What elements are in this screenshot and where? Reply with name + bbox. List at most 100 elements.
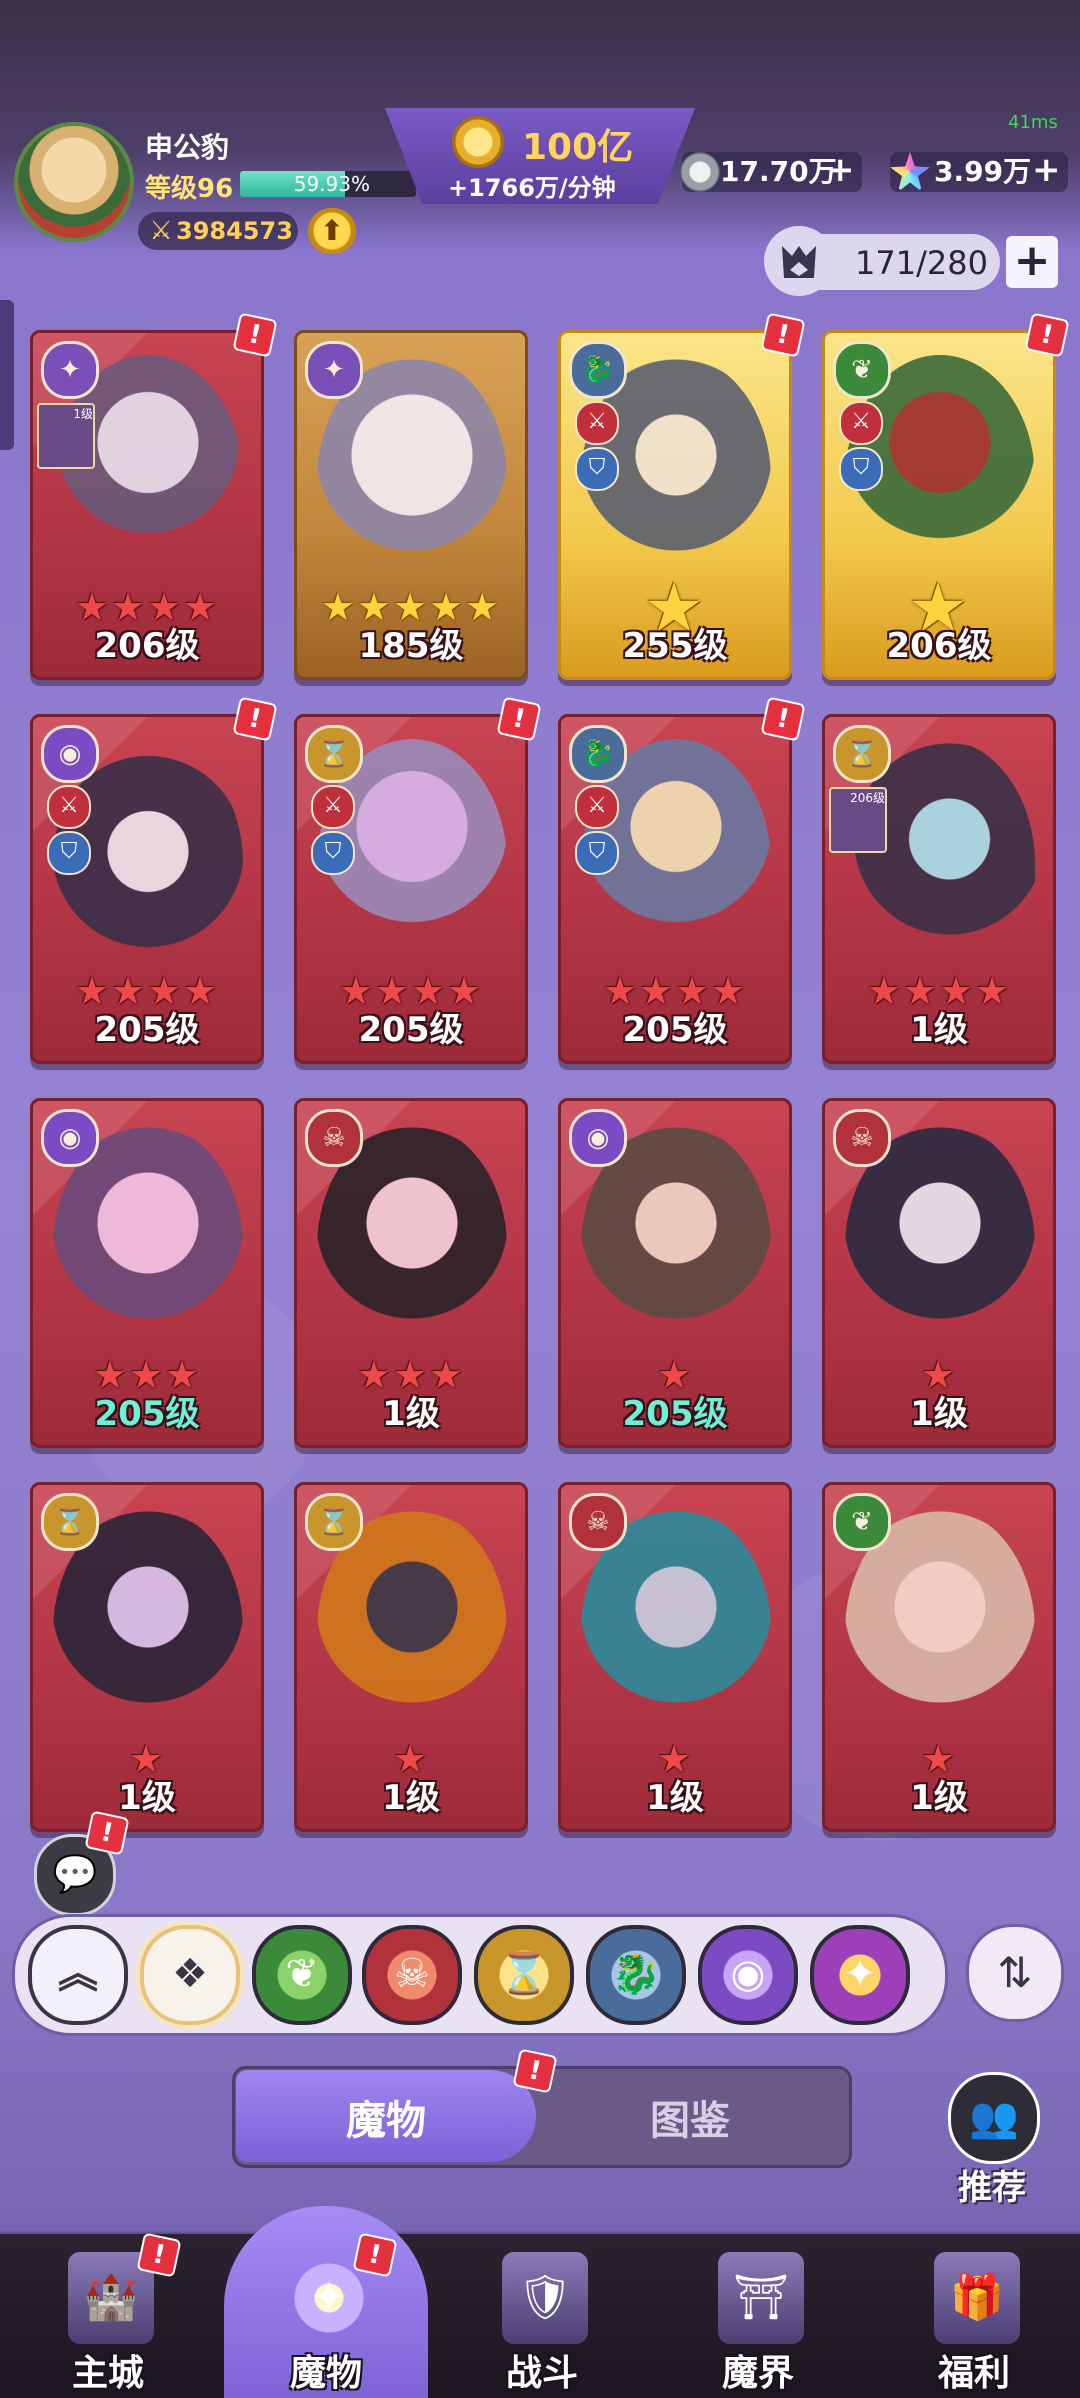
side-drawer-tab[interactable]: [0, 300, 14, 450]
collapse-filter-button[interactable]: ︽: [28, 1925, 128, 2025]
monster-alert-badge: !: [760, 696, 806, 742]
faction-icon: ⌛: [41, 1493, 99, 1551]
monster-card[interactable]: ◉ ★★★ 205级: [30, 1098, 264, 1448]
faction-glyph: ❦: [851, 1507, 873, 1537]
nav-monsters[interactable]: ✦ 魔物: [226, 2234, 426, 2398]
faction-glyph: 🐉: [581, 739, 615, 769]
monster-alert-badge: !: [232, 312, 278, 358]
resource-silver-plus-button[interactable]: +: [826, 150, 855, 190]
filter-demon[interactable]: ☠: [362, 1925, 462, 2025]
monster-level: 1级: [382, 1778, 440, 1818]
faction-glyph: ❦: [851, 355, 873, 385]
monster-card[interactable]: ☠ ★ 1级: [558, 1482, 792, 1832]
filter-all[interactable]: ❖: [140, 1925, 240, 2025]
linked-monster-badge: 1级: [37, 403, 95, 469]
monster-card[interactable]: ⌛ 206级 ★★★★ 1级: [822, 714, 1056, 1064]
monster-alert-badge: !: [1024, 312, 1070, 358]
nav-welfare[interactable]: 🎁 福利: [874, 2234, 1074, 2398]
arrow-up-icon: ⬆: [320, 214, 344, 247]
filter-hourglass[interactable]: ⌛: [474, 1925, 574, 2025]
defense-role-icon: ⛉: [575, 447, 619, 491]
all-factions-icon: ❖: [172, 1951, 208, 1997]
faction-glyph: ✦: [59, 355, 81, 385]
monster-card[interactable]: ☠ ★★★ 1级: [294, 1098, 528, 1448]
attack-role-icon: ⚔: [575, 401, 619, 445]
capacity-plus-button[interactable]: +: [1006, 236, 1058, 288]
eye-icon: ◉: [730, 1951, 766, 1997]
attack-role-icon: ⚔: [311, 785, 355, 829]
nav-monsters-alert-badge: !: [352, 2232, 398, 2278]
monster-card[interactable]: ◉ ⚔ ⛉ ★★★★ 205级: [30, 714, 264, 1064]
faction-glyph: ◉: [58, 1123, 82, 1153]
silver-coin-icon: [680, 152, 720, 192]
monster-level: 1级: [646, 1778, 704, 1818]
faction-icon: ◉: [41, 1109, 99, 1167]
sword-icon: ⚔: [149, 216, 173, 246]
tab-monsters-alert-badge: !: [512, 2048, 558, 2094]
filter-dragon[interactable]: 🐉: [586, 1925, 686, 2025]
faction-icon: ☠: [305, 1109, 363, 1167]
gold-rate: +1766万/分钟: [448, 174, 616, 202]
monster-card[interactable]: 🐉 ⚔ ⛉ ★★★★ 205级: [558, 714, 792, 1064]
monster-level: 1级: [382, 1394, 440, 1434]
gold-amount: 100亿: [522, 127, 634, 168]
faction-icon: ❦: [833, 1493, 891, 1551]
sort-icon: ⇅: [997, 1948, 1033, 1997]
sort-button[interactable]: ⇅: [966, 1924, 1064, 2022]
monster-card[interactable]: ❦ ★ 1级: [822, 1482, 1056, 1832]
recommend-button[interactable]: 👥: [948, 2072, 1040, 2164]
avatar[interactable]: [14, 122, 134, 242]
demon-mask-icon: ☠: [394, 1951, 430, 1997]
upgrade-button[interactable]: ⬆: [308, 208, 356, 254]
filter-eye[interactable]: ◉: [698, 1925, 798, 2025]
defense-role-icon: ⛉: [47, 831, 91, 875]
tab-codex[interactable]: 图鉴: [540, 2088, 840, 2146]
filter-nature[interactable]: ❦: [252, 1925, 352, 2025]
filter-arcane[interactable]: ✦: [810, 1925, 910, 2025]
faction-icon: ◉: [41, 725, 99, 783]
nav-battle[interactable]: 🛡 战斗: [442, 2234, 642, 2398]
monster-level: 205级: [94, 1010, 200, 1050]
monster-level: 205级: [358, 1010, 464, 1050]
faction-icon: ☠: [833, 1109, 891, 1167]
attack-role-icon: ⚔: [575, 785, 619, 829]
linked-monster-badge: 206级: [829, 787, 887, 853]
faction-icon: ⌛: [833, 725, 891, 783]
defense-role-icon: ⛉: [575, 831, 619, 875]
faction-glyph: ⌛: [317, 1507, 351, 1537]
monster-card[interactable]: ⌛ ★ 1级: [294, 1482, 528, 1832]
faction-icon: ✦: [41, 341, 99, 399]
faction-glyph: ⌛: [845, 739, 879, 769]
ping: 41ms: [1008, 112, 1058, 133]
faction-icon: ◉: [569, 1109, 627, 1167]
resource-silver-value: 17.70万: [720, 155, 837, 188]
portal-icon: ⛩: [718, 2252, 804, 2344]
monster-card[interactable]: ☠ ★ 1级: [822, 1098, 1056, 1448]
resource-gem-plus-button[interactable]: +: [1032, 150, 1061, 190]
monster-card[interactable]: ✦ 1级 ★★★★ 206级: [30, 330, 264, 680]
monster-card[interactable]: ◉ ★ 205级: [558, 1098, 792, 1448]
monster-card[interactable]: ❦ ⚔ ⛉ ★ 206级: [822, 330, 1056, 680]
faction-glyph: ⌛: [317, 739, 351, 769]
nav-welfare-label: 福利: [937, 2353, 1010, 2394]
nav-demon-realm[interactable]: ⛩ 魔界: [658, 2234, 858, 2398]
faction-icon: ⌛: [305, 725, 363, 783]
monster-card[interactable]: 🐉 ⚔ ⛉ ★ 255级: [558, 330, 792, 680]
monster-level: 205级: [94, 1394, 200, 1434]
monster-card[interactable]: ✦ ★★★★★ 185级: [294, 330, 528, 680]
faction-glyph: ☠: [850, 1123, 874, 1153]
shield-sword-icon: 🛡: [502, 2252, 588, 2344]
monster-card[interactable]: ⌛ ★ 1级: [30, 1482, 264, 1832]
dragon-icon: 🐉: [611, 1951, 661, 1997]
tab-monsters[interactable]: 魔物: [236, 2088, 536, 2146]
nav-main-city-alert-badge: !: [136, 2232, 182, 2278]
monster-level: 1级: [910, 1010, 968, 1050]
resource-gem-value: 3.99万: [934, 155, 1032, 188]
monster-level: 205级: [622, 1394, 728, 1434]
monster-card[interactable]: ⌛ ⚔ ⛉ ★★★★ 205级: [294, 714, 528, 1064]
monster-level: 206级: [94, 626, 200, 666]
monster-level: 255级: [622, 626, 728, 666]
nav-main-city[interactable]: 🏰 主城: [8, 2234, 208, 2398]
faction-icon: 🐉: [569, 341, 627, 399]
monster-alert-badge: !: [760, 312, 806, 358]
